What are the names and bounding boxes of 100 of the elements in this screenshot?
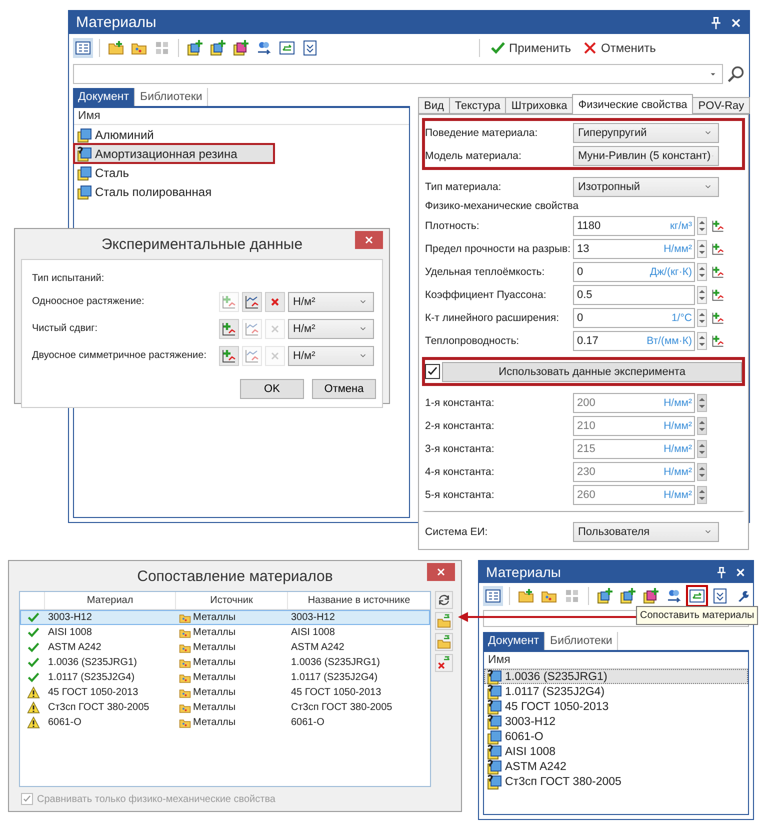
toolbar-button[interactable] — [686, 586, 707, 606]
dialog-button[interactable]: Отмена — [312, 379, 376, 399]
table-row[interactable]: 6061-O Металлы 6061-O — [20, 715, 430, 730]
material-item[interactable]: Ст3сп ГОСТ 380-2005 — [484, 774, 748, 789]
table-cell-text: ASTM A242 — [290, 642, 346, 653]
spinner[interactable] — [697, 486, 707, 504]
unit-dropdown[interactable]: Н/м² — [288, 292, 374, 312]
close-button[interactable] — [427, 563, 455, 581]
property-label: Система ЕИ: — [425, 526, 489, 538]
spinner[interactable] — [697, 332, 707, 350]
spinner[interactable] — [697, 440, 707, 458]
material-item[interactable]: Алюминий — [74, 125, 409, 144]
number-field[interactable]: 0.5 — [573, 284, 695, 304]
unit-dropdown[interactable]: Н/м² — [288, 318, 374, 338]
spinner[interactable] — [697, 308, 707, 326]
tab[interactable]: Вид — [418, 97, 450, 114]
dropdown[interactable]: Изотропный — [573, 176, 719, 196]
dropdown[interactable]: Муни-Ривлин (5 констант) — [573, 146, 719, 166]
table-row[interactable]: 3003-H12 Металлы 3003-H12 — [20, 610, 430, 625]
toolbar-button[interactable] — [231, 38, 251, 58]
edit-data-button[interactable] — [242, 292, 262, 312]
spinner[interactable] — [697, 462, 707, 480]
material-item[interactable]: 1.0117 (S235J2G4) — [484, 684, 748, 699]
number-field[interactable]: 0.17 Вт/(мм·К) — [573, 330, 695, 350]
swap-arrows-icon — [279, 40, 295, 56]
table-cell-text: 45 ГОСТ 1050-2013 — [290, 687, 382, 698]
toolbar-button[interactable] — [483, 586, 503, 606]
toolbar-button[interactable] — [73, 38, 93, 58]
material-item[interactable]: ASTM A242 — [484, 759, 748, 774]
cube-plus-icon — [187, 40, 203, 56]
table-cell-text: 1.0117 (S235J2G4) — [290, 672, 379, 683]
material-item[interactable]: 6061-O — [484, 729, 748, 744]
search-icon — [727, 65, 745, 83]
cube-icon — [77, 184, 93, 200]
spinner[interactable] — [697, 240, 707, 258]
number-field[interactable]: 215 Н/мм² — [573, 438, 695, 458]
chart-plus-icon — [221, 294, 237, 310]
folder-swap-button[interactable] — [435, 633, 453, 651]
spinner[interactable] — [697, 394, 707, 412]
refresh-button[interactable] — [435, 591, 453, 609]
dropdown[interactable]: Гиперупругий — [573, 122, 719, 142]
dropdown[interactable]: Пользователя — [573, 522, 719, 542]
unlink-button[interactable] — [435, 654, 453, 672]
number-field[interactable]: 0 Дж/(кг·К) — [573, 262, 695, 282]
add-data-button[interactable] — [219, 346, 239, 366]
apply-button[interactable]: Применить — [486, 40, 576, 56]
material-item[interactable]: AISI 1008 — [484, 744, 748, 759]
table-row[interactable]: AISI 1008 Металлы AISI 1008 — [20, 625, 430, 640]
use-experiment-button[interactable]: Использовать данные эксперимента — [442, 362, 742, 382]
table-row[interactable]: 45 ГОСТ 1050-2013 Металлы 45 ГОСТ 1050-2013 — [20, 685, 430, 700]
tab[interactable]: Текстура — [448, 97, 506, 114]
number-field[interactable]: 1180 кг/м³ — [573, 216, 695, 236]
material-item[interactable]: Амортизационная резина — [74, 144, 274, 163]
spinner[interactable] — [697, 216, 707, 234]
table-cell-text: 3003-H12 — [47, 612, 93, 623]
close-icon — [363, 234, 375, 246]
dialog-button[interactable]: OK — [240, 379, 304, 399]
spinner[interactable] — [697, 286, 707, 304]
cancel-button[interactable]: Отменить — [578, 40, 660, 56]
toolbar-button[interactable] — [594, 586, 615, 606]
tab[interactable]: Документ — [73, 88, 136, 106]
add-data-button[interactable] — [219, 318, 239, 338]
table-cell: Металлы — [176, 656, 288, 668]
close-button[interactable] — [355, 231, 383, 249]
toolbar-button[interactable] — [208, 38, 228, 58]
spinner[interactable] — [697, 262, 707, 280]
toolbar-button[interactable] — [618, 586, 638, 606]
refresh-icon — [437, 593, 451, 607]
table-cell: Металлы — [176, 716, 288, 728]
checkbox[interactable] — [21, 793, 33, 805]
number-field[interactable]: 0 1/°C — [573, 308, 695, 328]
toolbar-button[interactable] — [185, 38, 205, 58]
number-field[interactable]: 13 Н/мм² — [573, 238, 695, 258]
checkbox[interactable] — [425, 364, 440, 379]
property-label: Модель материала: — [425, 150, 522, 162]
material-item[interactable]: Сталь полированная — [74, 182, 409, 201]
material-item[interactable]: 1.0036 (S235JRG1) — [484, 669, 748, 684]
material-item[interactable]: Сталь — [74, 163, 409, 182]
spinner[interactable] — [697, 416, 707, 434]
search-field[interactable] — [73, 64, 723, 84]
folder-icon — [179, 716, 191, 728]
table-row[interactable]: 1.0036 (S235JRG1) Металлы 1.0036 (S235JRG1) — [20, 655, 430, 670]
table-row[interactable]: Ст3сп ГОСТ 380-2005 Металлы Ст3сп ГОСТ 380-2005 — [20, 700, 430, 715]
table-row[interactable]: ASTM A242 Металлы ASTM A242 — [20, 640, 430, 655]
number-field[interactable]: 260 Н/мм² — [573, 484, 695, 504]
number-field[interactable]: 200 Н/мм² — [573, 392, 695, 412]
cube-plus-icon — [210, 40, 226, 56]
colored-cube-icon — [642, 588, 659, 604]
tab[interactable]: Документ — [483, 632, 546, 650]
number-field[interactable]: 230 Н/мм² — [573, 462, 695, 482]
tab[interactable]: Штриховка — [505, 97, 574, 114]
toolbar-button[interactable] — [640, 586, 661, 606]
unit-dropdown[interactable]: Н/м² — [288, 346, 374, 366]
delete-button[interactable] — [265, 292, 285, 312]
material-item[interactable]: 3003-H12 — [484, 714, 748, 729]
number-field[interactable]: 210 Н/мм² — [573, 416, 695, 436]
table-cell: Металлы — [176, 672, 288, 684]
material-item[interactable]: 45 ГОСТ 1050-2013 — [484, 699, 748, 714]
tab[interactable]: POV-Ray — [692, 97, 750, 114]
table-row[interactable]: 1.0117 (S235J2G4) Металлы 1.0117 (S235J2G4) — [20, 670, 430, 685]
